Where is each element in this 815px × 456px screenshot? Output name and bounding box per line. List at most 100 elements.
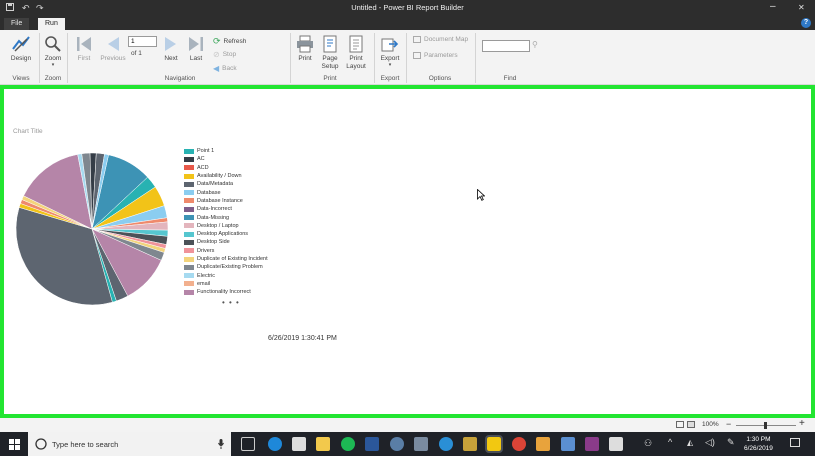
refresh-button[interactable]: ⟳ Refresh xyxy=(213,36,246,47)
legend-swatch xyxy=(184,181,194,187)
zoom-button[interactable]: Zoom ▾ xyxy=(42,35,64,68)
page-view-icon[interactable] xyxy=(676,421,684,428)
people-icon[interactable]: ⚇ xyxy=(644,438,652,449)
back-button[interactable]: ◀ Back xyxy=(213,64,237,73)
legend-swatch xyxy=(184,256,194,262)
report-canvas[interactable]: Chart Title Point 1 AC ACD Availability / D… xyxy=(0,85,815,418)
design-button[interactable]: Design xyxy=(7,35,35,62)
find-group-label: Find xyxy=(503,75,517,82)
design-label: Design xyxy=(10,55,32,62)
app-icon[interactable] xyxy=(536,437,550,451)
page-number-input[interactable] xyxy=(128,36,157,47)
find-input[interactable] xyxy=(482,40,530,52)
help-icon[interactable]: ? xyxy=(801,18,811,28)
group-separator xyxy=(374,33,375,83)
export-icon xyxy=(381,38,399,52)
previous-label: Previous xyxy=(100,55,126,62)
tab-file[interactable]: File xyxy=(4,18,30,30)
app-icon[interactable] xyxy=(609,437,623,451)
legend-label: ACD xyxy=(197,164,209,171)
export-button[interactable]: Export ▾ xyxy=(378,35,402,68)
legend-label: Duplicate/Existing Problem xyxy=(197,264,263,271)
last-page-button[interactable]: Last xyxy=(186,35,206,62)
legend-swatch xyxy=(184,239,194,245)
first-page-button[interactable]: First xyxy=(74,35,94,62)
execution-time: 6/26/2019 1:30:41 PM xyxy=(268,335,337,342)
app-icon[interactable] xyxy=(585,437,599,451)
legend-swatch xyxy=(184,248,194,254)
group-separator xyxy=(475,33,476,83)
print-layout-label-1: Print xyxy=(349,55,363,62)
legend-item: Availability / Down xyxy=(184,172,268,180)
legend-swatch xyxy=(184,198,194,204)
last-label: Last xyxy=(189,55,203,62)
taskbar-clock[interactable]: 1:30 PM 6/26/2019 xyxy=(744,435,773,453)
legend-swatch xyxy=(184,273,194,279)
printer-icon xyxy=(297,35,313,53)
zoom-out-icon[interactable]: − xyxy=(726,419,731,429)
edge-icon[interactable] xyxy=(268,437,282,451)
document-map-icon xyxy=(413,36,421,43)
ribbon-tabs: File Run ? xyxy=(0,17,815,30)
legend-item: Desktop / Laptop xyxy=(184,222,268,230)
group-separator xyxy=(290,33,291,83)
power-bi-report-builder-icon[interactable] xyxy=(485,435,503,453)
globe-app-icon[interactable] xyxy=(390,437,404,451)
legend-label: Desktop Applications xyxy=(197,231,249,238)
app-icon[interactable] xyxy=(439,437,453,451)
next-page-button[interactable]: Next xyxy=(161,35,181,62)
print-layout-button[interactable]: Print Layout xyxy=(344,35,368,71)
chrome-icon[interactable] xyxy=(512,437,526,451)
close-button[interactable]: ✕ xyxy=(798,3,805,12)
pen-icon[interactable]: ✎ xyxy=(727,437,735,448)
print-button[interactable]: Print xyxy=(296,35,314,62)
tab-run[interactable]: Run xyxy=(38,18,65,30)
legend-item: ACD xyxy=(184,164,268,172)
document-map-button[interactable]: Document Map xyxy=(413,36,468,43)
legend-swatch xyxy=(184,231,194,237)
navigation-group-label: Navigation xyxy=(164,75,196,82)
zoom-slider-thumb[interactable] xyxy=(764,422,767,429)
search-icon xyxy=(35,438,47,450)
mail-icon[interactable] xyxy=(292,437,306,451)
microphone-icon[interactable] xyxy=(218,439,224,449)
parameters-button[interactable]: Parameters xyxy=(413,52,458,59)
app-icon[interactable] xyxy=(561,437,575,451)
zoom-in-icon[interactable]: + xyxy=(799,418,805,429)
print-layout-label-2: Layout xyxy=(346,63,366,70)
legend-swatch xyxy=(184,215,194,221)
zoom-percentage: 100% xyxy=(702,421,719,428)
network-icon[interactable]: ◭ xyxy=(687,438,693,447)
back-label: Back xyxy=(222,65,237,72)
previous-page-button[interactable]: Previous xyxy=(98,35,128,62)
legend-item: AC xyxy=(184,155,268,163)
app-icon[interactable] xyxy=(414,437,428,451)
task-view-icon[interactable] xyxy=(241,437,255,451)
options-group-label: Options xyxy=(428,75,452,82)
stop-button[interactable]: ⊘ Stop xyxy=(213,50,236,59)
legend-swatch xyxy=(184,190,194,196)
print-layout-icon xyxy=(349,35,363,53)
design-icon xyxy=(12,36,30,52)
group-separator xyxy=(406,33,407,83)
chevron-up-icon[interactable]: ^ xyxy=(668,437,672,447)
binoculars-icon[interactable]: ⚲ xyxy=(532,40,538,49)
first-page-icon xyxy=(77,37,91,51)
word-icon[interactable] xyxy=(365,437,379,451)
spotify-icon[interactable] xyxy=(341,437,355,451)
minimize-button[interactable]: – xyxy=(770,1,776,12)
stop-icon: ⊘ xyxy=(213,50,220,59)
legend-swatch xyxy=(184,148,194,154)
taskbar-search[interactable]: Type here to search xyxy=(28,432,231,456)
legend-label: Data-Incorrect xyxy=(197,206,232,213)
legend-swatch xyxy=(184,281,194,287)
legend-swatch xyxy=(184,165,194,171)
chart-app-icon[interactable] xyxy=(463,437,477,451)
notifications-icon[interactable] xyxy=(790,438,800,447)
print-view-icon[interactable] xyxy=(687,421,695,428)
file-explorer-icon[interactable] xyxy=(316,437,330,451)
page-setup-button[interactable]: Page Setup xyxy=(319,35,341,71)
windows-start-icon[interactable] xyxy=(9,439,20,450)
legend-swatch xyxy=(184,289,194,295)
volume-icon[interactable]: ◁) xyxy=(705,437,715,448)
